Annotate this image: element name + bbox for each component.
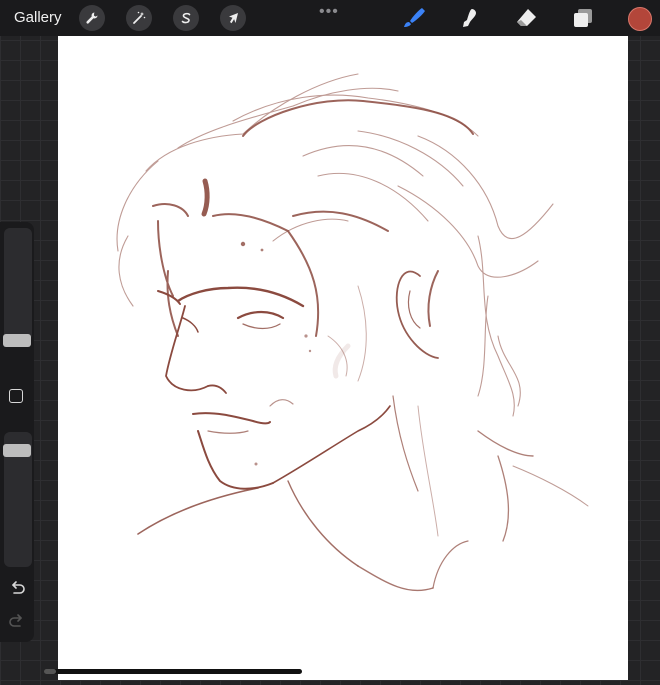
actions-button[interactable] xyxy=(79,5,105,31)
smudge-finger-icon xyxy=(463,9,476,27)
magic-wand-icon xyxy=(133,11,146,24)
eraser-tool[interactable] xyxy=(513,5,539,31)
cursor-arrow-icon xyxy=(229,13,238,24)
adjustments-button[interactable] xyxy=(126,5,152,31)
brush-icon xyxy=(404,8,425,27)
selection-button[interactable] xyxy=(173,5,199,31)
selection-s-icon xyxy=(181,12,191,24)
more-menu[interactable]: ••• xyxy=(319,3,339,21)
wrench-icon xyxy=(86,12,98,24)
left-sidebar xyxy=(0,222,34,642)
drawing-canvas[interactable] xyxy=(58,36,628,680)
redo-icon[interactable] xyxy=(8,612,26,630)
transform-button[interactable] xyxy=(220,5,246,31)
gallery-button[interactable]: Gallery xyxy=(14,9,62,26)
modify-button[interactable] xyxy=(9,389,23,403)
brush-tool[interactable] xyxy=(400,5,426,31)
undo-icon[interactable] xyxy=(8,579,26,597)
brush-opacity-thumb[interactable] xyxy=(3,444,31,457)
sketch-artwork xyxy=(116,73,589,592)
color-picker-button[interactable] xyxy=(628,7,652,31)
top-toolbar: Gallery ••• xyxy=(0,0,660,36)
layers-icon xyxy=(574,9,592,27)
eraser-icon xyxy=(517,9,536,26)
smudge-tool[interactable] xyxy=(456,5,482,31)
layers-button[interactable] xyxy=(570,5,596,31)
brush-size-slider[interactable] xyxy=(4,228,32,340)
home-indicator[interactable] xyxy=(44,669,302,674)
brush-size-thumb[interactable] xyxy=(3,334,31,347)
